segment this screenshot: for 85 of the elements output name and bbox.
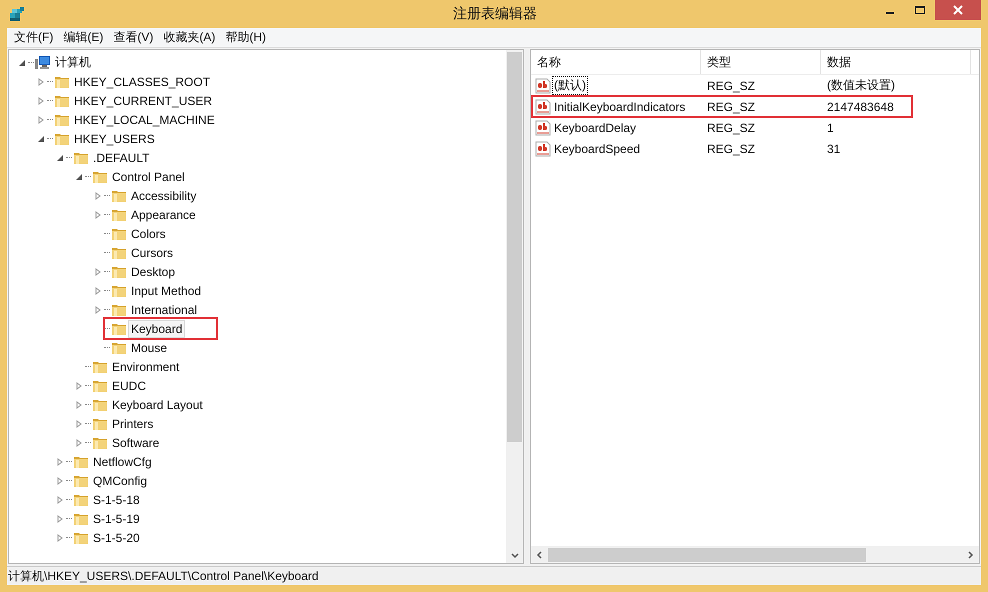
collapsed-caret-icon[interactable] — [75, 420, 83, 428]
value-data: 1 — [826, 120, 835, 134]
collapsed-caret-icon[interactable] — [94, 306, 102, 314]
column-header[interactable]: 名称 — [531, 50, 701, 74]
string-value-icon — [535, 140, 551, 156]
expanded-caret-icon[interactable] — [37, 134, 45, 142]
expanded-caret-icon[interactable] — [56, 154, 64, 162]
value-name[interactable]: KeyboardSpeed — [552, 140, 642, 156]
collapsed-caret-icon[interactable] — [94, 268, 102, 276]
expanded-caret-icon[interactable] — [18, 58, 26, 66]
tree-item[interactable]: S-1-5-18 — [90, 490, 143, 508]
tree-item[interactable]: Environment — [109, 358, 182, 376]
tree-item[interactable]: Control Panel — [109, 168, 188, 186]
collapsed-caret-icon[interactable] — [56, 514, 64, 522]
collapsed-caret-icon[interactable] — [56, 476, 64, 484]
value-type: REG_SZ — [706, 78, 756, 92]
tree-item[interactable]: HKEY_CURRENT_USER — [71, 92, 216, 110]
menu-item[interactable]: 编辑(E) — [58, 29, 108, 46]
scroll-left-icon[interactable] — [536, 550, 542, 558]
close-button[interactable] — [935, 0, 981, 20]
collapsed-caret-icon[interactable] — [75, 438, 83, 446]
string-value-icon — [535, 98, 551, 114]
tree-item[interactable]: Appearance — [128, 206, 199, 224]
horizontal-scrollbar[interactable] — [531, 546, 979, 563]
collapsed-caret-icon[interactable] — [37, 96, 45, 104]
collapsed-caret-icon[interactable] — [94, 192, 102, 200]
vertical-scrollbar[interactable] — [506, 50, 523, 563]
window-title: 注册表编辑器 — [452, 5, 538, 23]
collapsed-caret-icon[interactable] — [75, 382, 83, 390]
value-data: 2147483648 — [826, 100, 895, 114]
minimize-icon — [886, 12, 894, 14]
scrollbar-thumb[interactable] — [548, 548, 866, 562]
tree-item[interactable]: Keyboard Layout — [109, 396, 206, 414]
tree-item[interactable]: S-1-5-19 — [90, 510, 143, 528]
tree-item[interactable]: Software — [109, 434, 162, 452]
tree-item[interactable]: International — [128, 300, 200, 318]
tree-item[interactable]: Input Method — [128, 282, 204, 300]
scroll-down-icon[interactable] — [510, 553, 518, 559]
tree-item[interactable]: Colors — [128, 224, 169, 242]
column-header[interactable]: 数据 — [821, 50, 971, 74]
tree-item[interactable]: QMConfig — [90, 472, 150, 490]
tree-item[interactable]: NetflowCfg — [90, 452, 155, 470]
value-type: REG_SZ — [706, 120, 756, 134]
collapsed-caret-icon[interactable] — [37, 78, 45, 86]
value-type: REG_SZ — [706, 100, 756, 114]
collapsed-caret-icon[interactable] — [94, 210, 102, 218]
collapsed-caret-icon[interactable] — [75, 400, 83, 408]
tree-item[interactable]: Printers — [109, 414, 156, 432]
scroll-right-icon[interactable] — [968, 550, 974, 558]
collapsed-caret-icon[interactable] — [94, 286, 102, 294]
string-value-icon — [535, 120, 551, 136]
expanded-caret-icon[interactable] — [75, 172, 83, 180]
tree-item[interactable]: Mouse — [128, 338, 170, 356]
tree-item[interactable]: Accessibility — [128, 186, 200, 204]
close-icon — [952, 4, 964, 16]
registry-cubes-icon — [9, 6, 25, 22]
tree-item[interactable]: HKEY_USERS — [71, 130, 158, 148]
value-name[interactable]: KeyboardDelay — [552, 120, 638, 136]
scrollbar-thumb[interactable] — [507, 52, 522, 442]
value-data: (数值未设置) — [826, 77, 896, 94]
tree-item[interactable]: HKEY_CLASSES_ROOT — [71, 72, 214, 90]
collapsed-caret-icon[interactable] — [56, 458, 64, 466]
tree-item[interactable]: HKEY_LOCAL_MACHINE — [71, 110, 218, 128]
tree-item[interactable]: Desktop — [128, 262, 178, 280]
tree-item[interactable]: S-1-5-20 — [90, 528, 143, 546]
tree-item[interactable]: .DEFAULT — [90, 148, 152, 166]
menu-item[interactable]: 收藏夹(A) — [158, 29, 220, 46]
tree-item[interactable]: Cursors — [128, 244, 176, 262]
menu-item[interactable]: 查看(V) — [108, 29, 158, 46]
string-value-icon — [535, 78, 551, 94]
menu-item[interactable]: 帮助(H) — [220, 29, 271, 46]
value-name[interactable]: InitialKeyboardIndicators — [552, 98, 688, 114]
collapsed-caret-icon[interactable] — [56, 534, 64, 542]
value-data: 31 — [826, 142, 842, 156]
maximize-icon — [914, 4, 926, 16]
tree-item[interactable]: 计算机 — [52, 52, 94, 73]
column-header[interactable]: 类型 — [701, 50, 821, 74]
tree-item[interactable]: Keyboard — [128, 320, 186, 338]
value-name[interactable]: (默认) — [552, 76, 588, 95]
tree-item[interactable]: EUDC — [109, 376, 150, 394]
collapsed-caret-icon[interactable] — [56, 496, 64, 504]
status-path: 计算机\HKEY_USERS\.DEFAULT\Control Panel\Keyboard — [8, 568, 319, 584]
collapsed-caret-icon[interactable] — [37, 116, 45, 124]
menu-item[interactable]: 文件(F) — [9, 29, 58, 46]
value-type: REG_SZ — [706, 142, 756, 156]
